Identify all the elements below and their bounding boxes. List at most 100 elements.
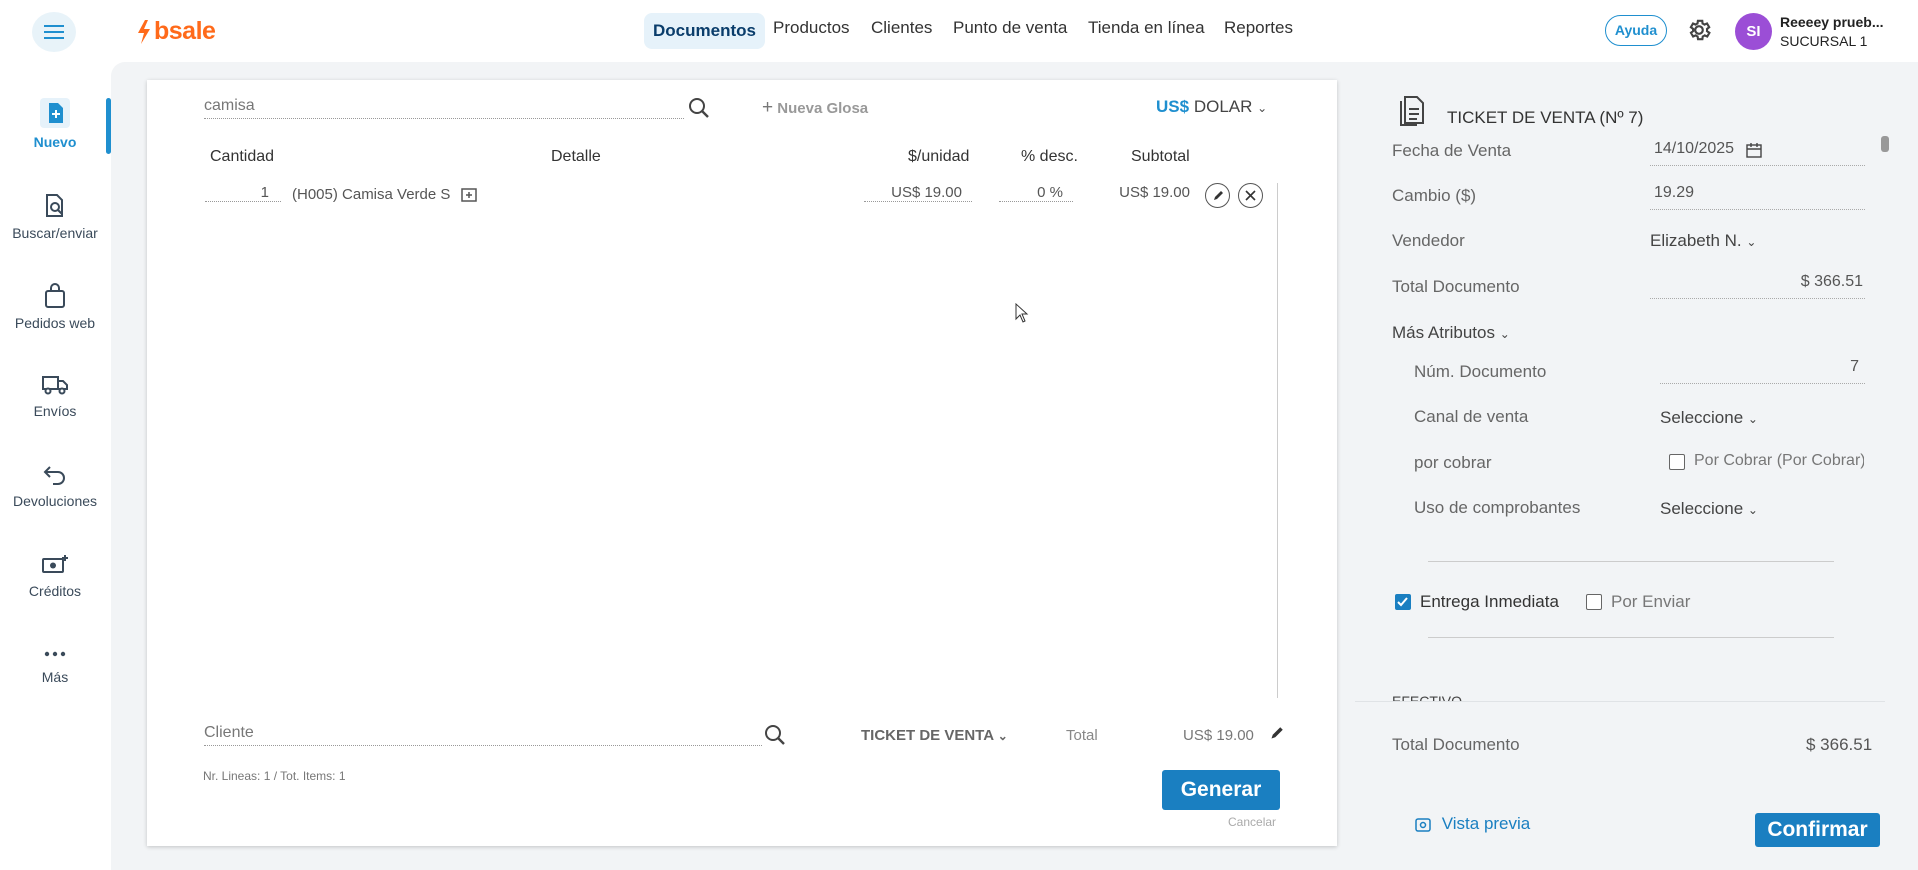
por-cobrar-checkbox[interactable] bbox=[1669, 454, 1685, 470]
canal-venta-select[interactable]: Seleccione ⌄ bbox=[1660, 408, 1758, 428]
sidebar-item-label: Pedidos web bbox=[14, 315, 96, 331]
client-placeholder: Cliente bbox=[204, 724, 254, 741]
currency-selector[interactable]: US$ DOLAR ⌄ bbox=[1156, 97, 1267, 117]
search-document-icon bbox=[46, 194, 63, 217]
fecha-value: 14/10/2025 bbox=[1654, 140, 1735, 157]
entrega-inmediata-checkbox[interactable] bbox=[1395, 594, 1411, 610]
panel-scrollbar[interactable] bbox=[1881, 136, 1889, 152]
client-search-input[interactable]: Cliente bbox=[204, 724, 762, 746]
menu-button[interactable] bbox=[32, 12, 76, 52]
new-document-icon bbox=[40, 98, 70, 128]
plus-icon: + bbox=[762, 97, 774, 118]
vendedor-value: Elizabeth N. bbox=[1650, 231, 1742, 250]
chevron-down-icon: ⌄ bbox=[1747, 503, 1758, 517]
panel-title: TICKET DE VENTA (Nº 7) bbox=[1447, 108, 1644, 127]
calendar-icon[interactable] bbox=[1746, 142, 1762, 158]
nav-productos[interactable]: Productos bbox=[773, 18, 850, 38]
header-detalle: Detalle bbox=[551, 148, 601, 165]
por-enviar-checkbox[interactable] bbox=[1586, 594, 1602, 610]
client-search-icon[interactable] bbox=[764, 724, 786, 746]
bsale-logo-icon bbox=[138, 19, 150, 44]
row-discount-input[interactable]: 0 % bbox=[999, 184, 1073, 202]
more-dots-icon bbox=[44, 651, 66, 657]
nav-punto-de-venta[interactable]: Punto de venta bbox=[953, 18, 1067, 38]
shopping-bag-icon bbox=[45, 283, 65, 308]
num-documento-label: Núm. Documento bbox=[1414, 362, 1547, 381]
product-search-input[interactable]: camisa bbox=[204, 97, 684, 119]
product-search-value: camisa bbox=[204, 97, 255, 114]
search-icon[interactable] bbox=[688, 97, 710, 119]
total-label: Total bbox=[1066, 727, 1098, 744]
add-note-icon[interactable] bbox=[460, 188, 477, 202]
canal-venta-label: Canal de venta bbox=[1414, 407, 1529, 426]
mouse-cursor-icon bbox=[1015, 303, 1029, 323]
truck-icon bbox=[42, 376, 68, 395]
vendedor-select[interactable]: Elizabeth N. ⌄ bbox=[1650, 231, 1756, 251]
edit-total-icon[interactable] bbox=[1269, 726, 1284, 741]
nav-clientes[interactable]: Clientes bbox=[871, 18, 932, 38]
row-edit-button[interactable] bbox=[1205, 183, 1230, 208]
sidebar-item-devoluciones[interactable]: Devoluciones bbox=[0, 463, 110, 509]
nav-reportes[interactable]: Reportes bbox=[1224, 18, 1293, 38]
help-button[interactable]: Ayuda bbox=[1605, 15, 1667, 46]
header-subtotal: Subtotal bbox=[1131, 148, 1190, 165]
row-quantity-input[interactable]: 1 bbox=[205, 184, 281, 202]
sidebar-item-creditos[interactable]: Créditos bbox=[0, 553, 110, 599]
new-gloss-label: Nueva Glosa bbox=[777, 100, 869, 117]
chevron-down-icon: ⌄ bbox=[1746, 235, 1757, 249]
sidebar-item-pedidos-web[interactable]: Pedidos web bbox=[0, 283, 110, 331]
sidebar-item-envios[interactable]: Envíos bbox=[0, 373, 110, 419]
sidebar-item-mas[interactable]: Más bbox=[0, 645, 110, 685]
por-enviar-label[interactable]: Por Enviar bbox=[1611, 592, 1690, 612]
num-documento-input[interactable]: 7 bbox=[1660, 358, 1865, 384]
document-type-selector[interactable]: TICKET DE VENTA ⌄ bbox=[861, 727, 1008, 744]
preview-link[interactable]: Vista previa bbox=[1415, 814, 1530, 834]
nav-documentos[interactable]: Documentos bbox=[644, 13, 765, 49]
generate-button[interactable]: Generar bbox=[1162, 770, 1280, 810]
por-cobrar-option[interactable]: Por Cobrar (Por Cobrar) bbox=[1669, 452, 1864, 476]
row-delete-button[interactable] bbox=[1238, 183, 1263, 208]
sidebar-item-label: Nuevo bbox=[33, 134, 77, 150]
sidebar-item-buscar[interactable]: Buscar/enviar bbox=[0, 193, 110, 241]
sidebar-item-label: Buscar/enviar bbox=[12, 225, 98, 241]
uso-comprobantes-label: Uso de comprobantes bbox=[1414, 498, 1581, 517]
user-name[interactable]: Reeeey prueb... bbox=[1780, 14, 1884, 30]
return-icon bbox=[43, 466, 65, 485]
chevron-down-icon: ⌄ bbox=[997, 729, 1008, 743]
fecha-label: Fecha de Venta bbox=[1392, 141, 1512, 160]
cambio-value: 19.29 bbox=[1654, 184, 1695, 201]
row-unit-price-input[interactable]: US$ 19.00 bbox=[864, 184, 972, 202]
total-documento-value: $ 366.51 bbox=[1800, 273, 1863, 290]
avatar[interactable]: SI bbox=[1735, 13, 1772, 50]
total-value: US$ 19.00 bbox=[1183, 727, 1254, 744]
close-icon bbox=[1245, 190, 1256, 201]
header-discount: % desc. bbox=[1021, 148, 1078, 165]
cancel-link[interactable]: Cancelar bbox=[1228, 815, 1276, 829]
line-summary: Nr. Lineas: 1 / Tot. Items: 1 bbox=[203, 769, 346, 783]
mas-atributos-toggle[interactable]: Más Atributos ⌄ bbox=[1392, 323, 1510, 343]
new-gloss-button[interactable]: + Nueva Glosa bbox=[762, 97, 868, 119]
total-documento-bottom-label: Total Documento bbox=[1392, 735, 1520, 754]
cambio-input[interactable]: 19.29 bbox=[1650, 184, 1865, 210]
uso-comprobantes-select[interactable]: Seleccione ⌄ bbox=[1660, 499, 1758, 519]
mas-atributos-label: Más Atributos bbox=[1392, 323, 1495, 342]
row-detail[interactable]: (H005) Camisa Verde S bbox=[292, 186, 477, 203]
hamburger-icon bbox=[44, 25, 64, 39]
sidebar-item-nuevo[interactable]: Nuevo bbox=[0, 98, 110, 150]
confirm-button[interactable]: Confirmar bbox=[1755, 813, 1880, 847]
entrega-inmediata-label[interactable]: Entrega Inmediata bbox=[1420, 592, 1559, 612]
bsale-logo[interactable]: bsale bbox=[136, 17, 216, 46]
nav-tienda-en-linea[interactable]: Tienda en línea bbox=[1088, 18, 1205, 38]
chevron-down-icon: ⌄ bbox=[1257, 101, 1268, 115]
total-documento-label: Total Documento bbox=[1392, 277, 1520, 296]
gear-icon[interactable] bbox=[1686, 17, 1712, 43]
row-detail-text: (H005) Camisa Verde S bbox=[292, 186, 451, 203]
divider bbox=[1428, 561, 1834, 562]
efectivo-label: EFECTIVO bbox=[1392, 693, 1463, 701]
preview-label: Vista previa bbox=[1441, 814, 1531, 833]
chevron-down-icon: ⌄ bbox=[1499, 327, 1510, 341]
currency-name: DOLAR bbox=[1193, 97, 1253, 116]
efectivo-section[interactable]: EFECTIVO bbox=[1392, 689, 1862, 701]
header-cantidad: Cantidad bbox=[210, 148, 275, 165]
fecha-input[interactable]: 14/10/2025 bbox=[1650, 140, 1865, 166]
